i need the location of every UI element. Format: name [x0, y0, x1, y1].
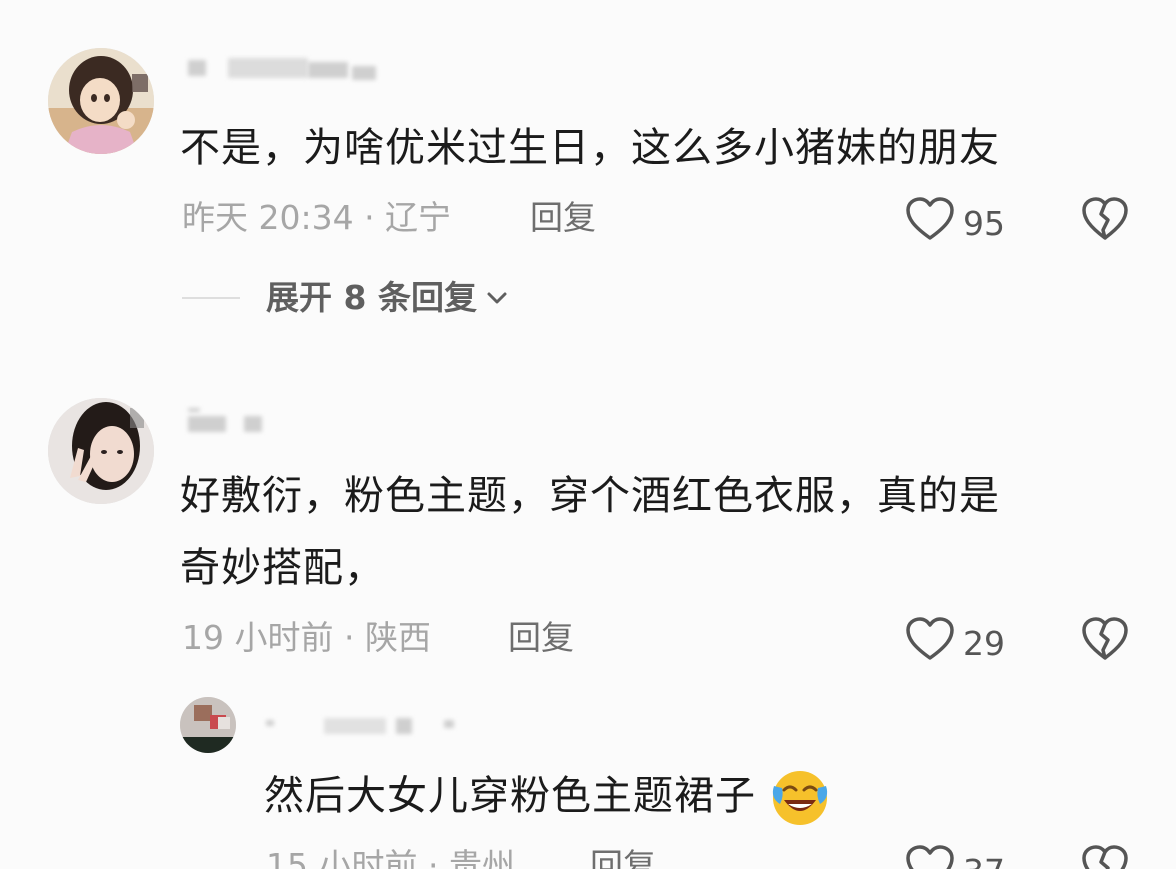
- laughing-crying-emoji-icon: [770, 768, 830, 828]
- reply-button[interactable]: 回复: [590, 846, 656, 869]
- avatar[interactable]: [180, 697, 236, 753]
- like-button[interactable]: 37: [905, 844, 1005, 869]
- username-blurred[interactable]: [266, 714, 466, 736]
- reply-button[interactable]: 回复: [508, 618, 574, 658]
- like-count: 29: [963, 623, 1005, 663]
- comment-meta: 19 小时前 · 陕西: [182, 618, 431, 657]
- comment-thread: 不是，为啥优米过生日，这么多小猪妹的朋友 昨天 20:34 · 辽宁 回复 95…: [0, 0, 1176, 869]
- heart-icon: [905, 616, 955, 671]
- comment-2: 好敷衍，粉色主题，穿个酒红色衣服，真的是 奇妙搭配， 19 小时前 · 陕西 回…: [0, 0, 1176, 869]
- avatar[interactable]: [48, 398, 154, 504]
- like-count: 37: [963, 852, 1005, 869]
- like-button[interactable]: 29: [905, 616, 1005, 671]
- comment-text-line-2: 奇妙搭配，: [180, 545, 385, 591]
- username-blurred[interactable]: [188, 408, 278, 432]
- heart-icon: [905, 844, 955, 869]
- sub-reply-text: 然后大女儿穿粉色主题裙子: [264, 760, 830, 832]
- sub-reply-meta: 15 小时前 · 贵州: [266, 846, 515, 869]
- dislike-button[interactable]: [1081, 616, 1129, 666]
- dislike-button[interactable]: [1081, 844, 1129, 869]
- comment-text-line-1: 好敷衍，粉色主题，穿个酒红色衣服，真的是: [180, 473, 1000, 519]
- broken-heart-icon: [1081, 617, 1129, 666]
- sub-reply-text-label: 然后大女儿穿粉色主题裙子: [264, 773, 756, 819]
